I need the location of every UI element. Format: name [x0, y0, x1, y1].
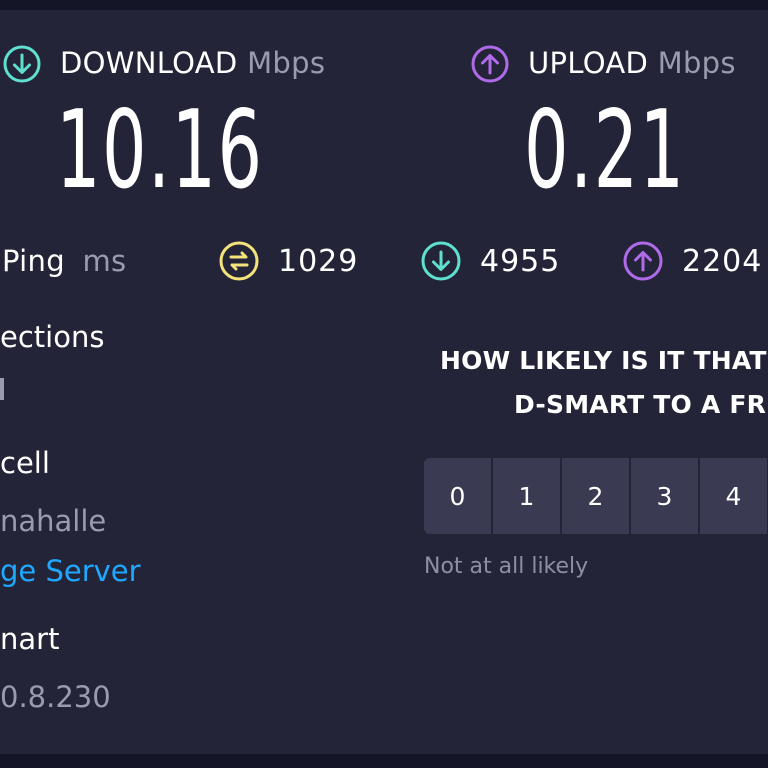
ping-unit: ms: [82, 244, 127, 278]
upload-unit: Mbps: [657, 46, 736, 80]
download-value: 10.16: [56, 88, 264, 213]
download-latency-icon: [420, 240, 462, 282]
ping-label: Ping: [2, 244, 65, 278]
rating-2-button[interactable]: 2: [562, 458, 629, 534]
rating-3-button[interactable]: 3: [631, 458, 698, 534]
rating-4-button[interactable]: 4: [700, 458, 767, 534]
rating-scale: 0 1 2 3 4: [424, 458, 768, 534]
download-latency-value: 4955: [480, 244, 561, 279]
ping-header: Ping ms: [2, 244, 126, 278]
connections-toggle-partial[interactable]: [0, 378, 4, 400]
isp-location: nahalle: [0, 504, 107, 538]
download-arrow-icon: [2, 44, 42, 84]
rating-low-label: Not at all likely: [424, 554, 589, 579]
upload-latency-icon: [622, 240, 664, 282]
upload-value: 0.21: [524, 88, 686, 213]
rating-0-button[interactable]: 0: [424, 458, 491, 534]
survey-question-line2: D-SMART TO A FR: [514, 390, 767, 419]
jitter-value: 1029: [278, 244, 359, 279]
jitter-icon: [218, 240, 260, 282]
rating-1-button[interactable]: 1: [493, 458, 560, 534]
survey-question-line1: HOW LIKELY IS IT THAT: [440, 346, 767, 375]
upload-label: UPLOAD: [528, 46, 649, 80]
upload-arrow-icon: [470, 44, 510, 84]
isp-name: cell: [0, 446, 50, 480]
connections-label: ections: [0, 320, 105, 354]
host-ip: 0.8.230: [0, 680, 111, 714]
upload-latency-value: 2204: [682, 244, 763, 279]
host-name: nart: [0, 622, 60, 656]
upload-header: UPLOAD Mbps: [528, 46, 736, 80]
change-server-link[interactable]: ge Server: [0, 554, 141, 588]
download-label: DOWNLOAD: [60, 46, 238, 80]
download-unit: Mbps: [247, 46, 326, 80]
download-header: DOWNLOAD Mbps: [60, 46, 325, 80]
results-panel: DOWNLOAD Mbps 10.16 UPLOAD Mbps 0.21 Pin…: [0, 10, 768, 754]
